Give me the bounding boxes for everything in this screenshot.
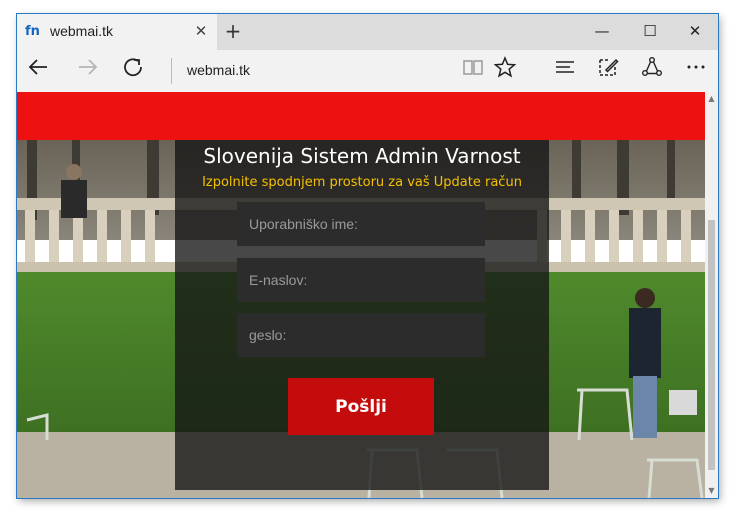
address-bar[interactable]: webmai.tk [187,62,250,78]
email-input[interactable] [237,258,485,302]
more-icon[interactable] [681,56,711,86]
password-input[interactable] [237,313,485,357]
address-separator [171,58,172,84]
page-title: Slovenija Sistem Admin Varnost [203,144,521,168]
web-note-icon[interactable] [593,56,623,86]
title-bar: fn webmai.tk ✕ + — ☐ ✕ [17,14,718,50]
minimize-icon[interactable]: — [579,18,625,44]
back-arrow-icon[interactable] [23,56,53,86]
window-close-icon[interactable]: ✕ [672,18,718,44]
page-subtitle: Izpolnite spodnjem prostoru za vaš Updat… [202,175,522,190]
username-input[interactable] [237,202,485,246]
favorite-star-icon[interactable] [490,56,520,86]
hub-icon[interactable] [550,56,580,86]
login-panel: Slovenija Sistem Admin Varnost Izpolnite… [175,140,549,490]
share-icon[interactable] [637,56,667,86]
scroll-thumb[interactable] [708,220,715,470]
tab-close-icon[interactable]: ✕ [189,19,213,43]
browser-window: fn webmai.tk ✕ + — ☐ ✕ webmai.tk Sloveni… [17,14,718,498]
browser-tab[interactable]: fn webmai.tk ✕ [17,14,217,50]
vertical-scrollbar[interactable]: ▲ ▼ [705,92,718,498]
scroll-up-icon[interactable]: ▲ [705,92,718,106]
forward-arrow-icon[interactable] [73,56,103,86]
refresh-icon[interactable] [118,56,148,86]
reading-view-icon[interactable] [458,56,488,86]
submit-button[interactable]: Pošlji [288,378,434,435]
site-favicon-icon: fn [25,24,40,39]
scroll-down-icon[interactable]: ▼ [705,484,718,498]
browser-toolbar: webmai.tk [17,50,718,93]
page-content: Slovenija Sistem Admin Varnost Izpolnite… [17,92,705,498]
red-banner [17,92,705,140]
new-tab-plus-icon[interactable]: + [220,18,246,44]
tab-title: webmai.tk [50,23,114,39]
maximize-icon[interactable]: ☐ [627,18,673,44]
